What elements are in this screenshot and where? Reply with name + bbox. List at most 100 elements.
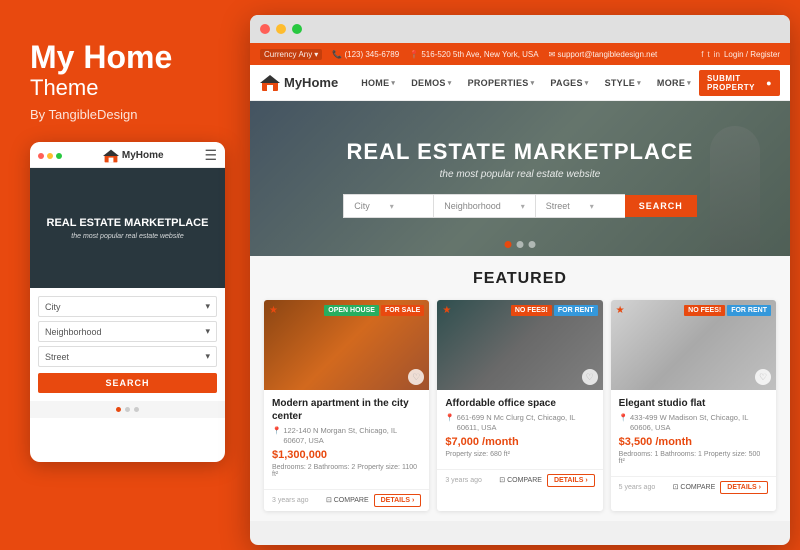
compare-button-2[interactable]: ⊡ COMPARE xyxy=(499,476,542,484)
property-heart-1[interactable]: ♡ xyxy=(408,369,424,385)
currency-label: Currency xyxy=(264,50,296,59)
badge-for-rent-2: FOR RENT xyxy=(554,305,598,316)
property-name-3: Elegant studio flat xyxy=(619,397,768,410)
left-panel: My Home Theme By TangibleDesign MyHome ☰ xyxy=(0,0,245,550)
topbar-right: f t in Login / Register xyxy=(701,50,780,59)
property-actions-3: ⊡ COMPARE DETAILS › xyxy=(673,481,768,494)
property-actions-1: ⊡ COMPARE DETAILS › xyxy=(326,494,421,507)
hero-search-button[interactable]: SEARCH xyxy=(625,195,697,217)
property-badges-1: OPEN HOUSE FOR SALE xyxy=(324,305,424,316)
property-price-3: $3,500 /month xyxy=(619,436,768,448)
theme-subtitle: Theme xyxy=(30,75,215,101)
property-address-3: 📍433-499 W Madison St, Chicago, IL 60606… xyxy=(619,413,768,433)
property-address-1: 📍122-140 N Morgan St, Chicago, IL 60607,… xyxy=(272,426,421,446)
property-star-1: ★ xyxy=(269,305,278,316)
property-grid: ★ OPEN HOUSE FOR SALE ♡ Modern apartment… xyxy=(264,300,776,511)
featured-header: FEATURED xyxy=(264,270,776,288)
mobile-hero-subtitle: the most popular real estate website xyxy=(71,233,183,240)
property-time-3: 5 years ago xyxy=(619,484,656,491)
property-actions-2: ⊡ COMPARE DETAILS › xyxy=(499,474,594,487)
properties-caret: ▾ xyxy=(531,79,535,87)
mobile-search-area: City ▾ Neighborhood ▾ Street ▾ SEARCH xyxy=(30,288,225,401)
property-heart-3[interactable]: ♡ xyxy=(755,369,771,385)
property-footer-1: 3 years ago ⊡ COMPARE DETAILS › xyxy=(264,489,429,511)
site-hero: REAL ESTATE MARKETPLACE the most popular… xyxy=(250,101,790,256)
hero-content: REAL ESTATE MARKETPLACE the most popular… xyxy=(343,139,697,218)
details-button-1[interactable]: DETAILS › xyxy=(374,494,422,507)
property-star-3: ★ xyxy=(616,305,625,316)
mobile-top-bar: MyHome ☰ xyxy=(30,142,225,168)
topbar-phone: 📞 (123) 345-6789 xyxy=(332,50,399,59)
property-card-3: ★ NO FEES! FOR RENT ♡ Elegant studio fla… xyxy=(611,300,776,511)
mobile-neighborhood-select[interactable]: Neighborhood ▾ xyxy=(38,321,217,342)
submit-icon: ● xyxy=(766,78,772,88)
site-navbar: MyHome HOME ▾ DEMOS ▾ PROPERTIES ▾ PAGES… xyxy=(250,65,790,101)
hero-street-select[interactable]: Street ▾ xyxy=(535,194,625,218)
property-image-1: ★ OPEN HOUSE FOR SALE ♡ xyxy=(264,300,429,390)
mobile-mockup: MyHome ☰ REAL ESTATE MARKETPLACE the mos… xyxy=(30,142,225,462)
nav-demos[interactable]: DEMOS ▾ xyxy=(403,78,459,88)
street-caret: ▾ xyxy=(590,202,594,211)
nav-more[interactable]: MORE ▾ xyxy=(649,78,699,88)
mobile-slider-dots xyxy=(30,401,225,418)
nav-home[interactable]: HOME ▾ xyxy=(353,78,403,88)
badge-for-rent-3: FOR RENT xyxy=(727,305,771,316)
mobile-dot-yellow xyxy=(47,153,53,159)
browser-dot-red xyxy=(260,24,270,34)
nav-style[interactable]: STYLE ▾ xyxy=(597,78,649,88)
property-card-2: ★ NO FEES! FOR RENT ♡ Affordable office … xyxy=(437,300,602,511)
login-link[interactable]: Login / Register xyxy=(724,50,780,59)
mobile-dot-3 xyxy=(134,407,139,412)
mobile-dot-green xyxy=(56,153,62,159)
style-caret: ▾ xyxy=(637,79,641,87)
topbar-address: 📍 516-520 5th Ave, New York, USA xyxy=(409,50,538,59)
hero-dot-3 xyxy=(529,241,536,248)
property-footer-3: 5 years ago ⊡ COMPARE DETAILS › xyxy=(611,476,776,498)
details-button-2[interactable]: DETAILS › xyxy=(547,474,595,487)
compare-button-3[interactable]: ⊡ COMPARE xyxy=(673,483,716,491)
hero-city-select[interactable]: City ▾ xyxy=(343,194,433,218)
property-info-3: Elegant studio flat 📍433-499 W Madison S… xyxy=(611,390,776,476)
nav-pages[interactable]: PAGES ▾ xyxy=(542,78,596,88)
home-caret: ▾ xyxy=(391,79,395,87)
property-name-2: Affordable office space xyxy=(445,397,594,410)
theme-by: By TangibleDesign xyxy=(30,107,215,122)
property-info-1: Modern apartment in the city center 📍122… xyxy=(264,390,429,489)
hero-street-label: Street xyxy=(546,201,570,211)
badge-for-sale: FOR SALE xyxy=(381,305,424,316)
hero-city-label: City xyxy=(354,201,370,211)
submit-property-button[interactable]: SUBMIT PROPERTY ● xyxy=(699,70,780,96)
compare-button-1[interactable]: ⊡ COMPARE xyxy=(326,496,369,504)
hero-subtitle: the most popular real estate website xyxy=(343,169,697,180)
nav-properties[interactable]: PROPERTIES ▾ xyxy=(460,78,543,88)
property-heart-2[interactable]: ♡ xyxy=(582,369,598,385)
badge-no-fees-3: NO FEES! xyxy=(684,305,725,316)
hero-slider-dots xyxy=(505,241,536,248)
mobile-city-select[interactable]: City ▾ xyxy=(38,296,217,317)
featured-title: FEATURED xyxy=(264,270,776,288)
site-logo-icon xyxy=(260,73,280,93)
featured-section: FEATURED ★ OPEN HOUSE FOR SALE ♡ Modern … xyxy=(250,256,790,521)
badge-open-house: OPEN HOUSE xyxy=(324,305,379,316)
hero-dot-2 xyxy=(517,241,524,248)
phone-text: 📞 (123) 345-6789 xyxy=(332,50,399,59)
mobile-dot-2 xyxy=(125,407,130,412)
browser-dot-green xyxy=(292,24,302,34)
mobile-hamburger-icon[interactable]: ☰ xyxy=(204,147,217,164)
property-image-3: ★ NO FEES! FOR RENT ♡ xyxy=(611,300,776,390)
property-card-1: ★ OPEN HOUSE FOR SALE ♡ Modern apartment… xyxy=(264,300,429,511)
mobile-hero: REAL ESTATE MARKETPLACE the most popular… xyxy=(30,168,225,288)
property-image-2: ★ NO FEES! FOR RENT ♡ xyxy=(437,300,602,390)
mobile-hero-title: REAL ESTATE MARKETPLACE xyxy=(47,217,209,230)
property-details-3: Bedrooms: 1 Bathrooms: 1 Property size: … xyxy=(619,451,768,465)
mobile-search-button[interactable]: SEARCH xyxy=(38,373,217,393)
property-name-1: Modern apartment in the city center xyxy=(272,397,421,423)
property-details-1: Bedrooms: 2 Bathrooms: 2 Property size: … xyxy=(272,464,421,478)
topbar-email: ✉ support@tangibledesign.net xyxy=(549,50,658,59)
mobile-street-select[interactable]: Street ▾ xyxy=(38,346,217,367)
mobile-logo-icon xyxy=(103,148,119,164)
hero-neighborhood-select[interactable]: Neighborhood ▾ xyxy=(433,194,535,218)
currency-selector[interactable]: Currency Any ▾ xyxy=(260,49,322,60)
property-time-2: 3 years ago xyxy=(445,477,482,484)
details-button-3[interactable]: DETAILS › xyxy=(720,481,768,494)
